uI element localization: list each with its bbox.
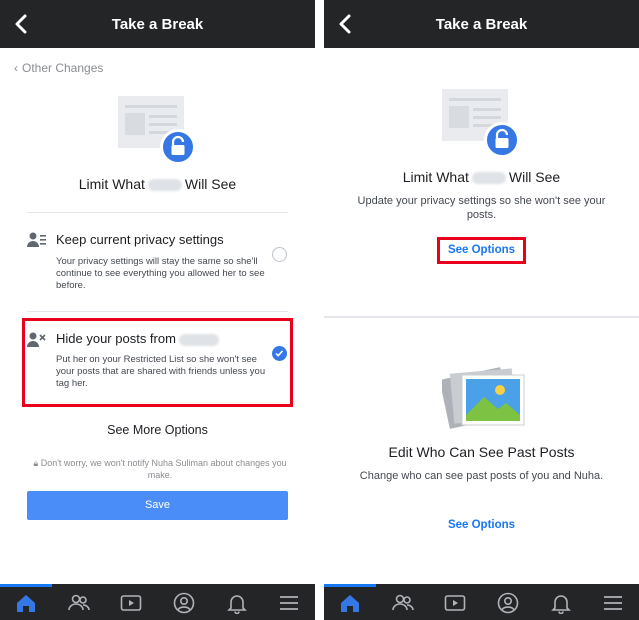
divider	[27, 212, 288, 213]
lock-icon	[160, 129, 196, 165]
blurred-name	[471, 172, 506, 185]
other-changes-link[interactable]: ‹ Other Changes	[14, 61, 103, 75]
privacy-illustration	[442, 89, 522, 161]
see-options-button[interactable]: See Options	[324, 244, 639, 256]
friends-icon[interactable]	[68, 592, 90, 614]
bottom-tab-bar	[324, 584, 639, 620]
edit-past-posts-heading: Edit Who Can See Past Posts	[388, 444, 575, 460]
photos-icon	[442, 367, 525, 429]
watch-icon[interactable]	[444, 592, 466, 614]
profile-icon[interactable]	[497, 592, 519, 614]
edit-past-posts-desc: Change who can see past posts of you and…	[359, 470, 604, 482]
divider	[27, 311, 288, 312]
section-divider	[324, 316, 639, 318]
chevron-left-icon: ‹	[14, 61, 18, 75]
notifications-icon[interactable]	[226, 592, 248, 614]
limit-desc: Update your privacy settings so she won'…	[357, 195, 606, 221]
notifications-icon[interactable]	[550, 592, 572, 614]
person-restricted-icon	[27, 332, 46, 347]
lock-small-icon: 🔒︎	[33, 458, 39, 468]
screenshot-gutter	[315, 0, 324, 620]
menu-icon[interactable]	[278, 592, 300, 614]
blurred-name	[147, 179, 182, 192]
see-more-options-link[interactable]: See More Options	[0, 423, 315, 437]
hide-posts-radio[interactable]	[272, 346, 287, 361]
privacy-illustration	[118, 96, 198, 168]
hide-posts-title: Hide your posts from	[56, 331, 222, 346]
hide-posts-desc: Put her on your Restricted List so she w…	[56, 354, 266, 389]
lock-icon	[484, 122, 520, 158]
menu-icon[interactable]	[602, 592, 624, 614]
home-icon[interactable]	[15, 592, 37, 614]
save-button[interactable]: Save	[27, 491, 288, 520]
left-screen: Take a Break ‹ Other Changes Limit What Wi…	[0, 0, 315, 620]
friends-icon[interactable]	[392, 592, 414, 614]
page-title: Take a Break	[435, 16, 528, 33]
keep-settings-desc: Your privacy settings will stay the same…	[56, 256, 265, 291]
active-tab-indicator	[0, 584, 52, 587]
notify-note: 🔒︎ Don't worry, we won't notify Nuha Sul…	[33, 458, 287, 480]
bottom-tab-bar	[0, 584, 315, 620]
active-tab-indicator	[324, 584, 376, 587]
person-settings-icon	[27, 232, 46, 247]
checkmark-icon	[275, 350, 284, 357]
blurred-name	[178, 333, 219, 346]
home-icon[interactable]	[339, 592, 361, 614]
watch-icon[interactable]	[120, 592, 142, 614]
page-title: Take a Break	[111, 16, 204, 33]
header-bar: Take a Break	[324, 0, 639, 48]
limit-heading: Limit What Will See	[78, 176, 237, 192]
right-screen: Take a Break Limit What Will See Update y…	[324, 0, 639, 620]
profile-icon[interactable]	[173, 592, 195, 614]
keep-settings-radio[interactable]	[272, 247, 287, 262]
other-changes-label: Other Changes	[22, 61, 104, 75]
keep-settings-title: Keep current privacy settings	[56, 232, 224, 247]
header-bar: Take a Break	[0, 0, 315, 48]
limit-heading: Limit What Will See	[402, 169, 561, 185]
see-options-past-posts-button[interactable]: See Options	[324, 519, 639, 531]
